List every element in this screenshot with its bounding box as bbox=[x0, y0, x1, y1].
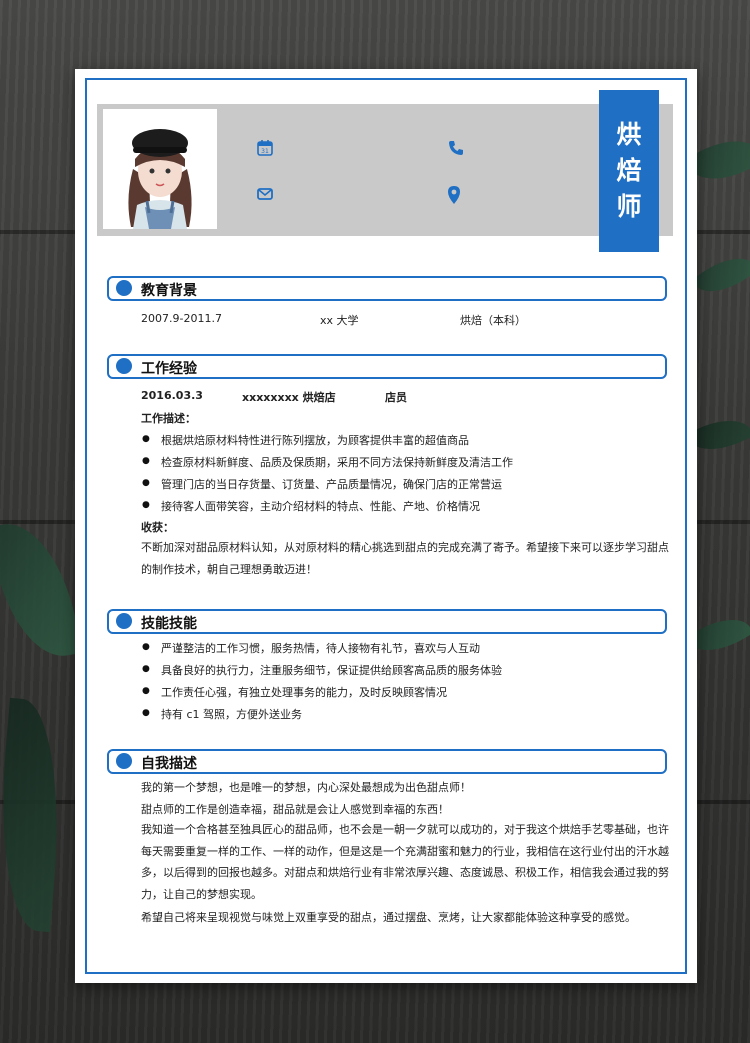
bullet-icon: ● bbox=[142, 456, 150, 466]
section-header-self: 自我描述 bbox=[107, 749, 667, 774]
work-item: 根据烘焙原材料特性进行陈列摆放，为顾客提供丰富的超值商品 bbox=[161, 434, 469, 447]
skill-item: 具备良好的执行力，注重服务细节，保证提供给顾客高品质的服务体验 bbox=[161, 664, 502, 677]
email-icon bbox=[256, 185, 276, 205]
self-paragraph: 我知道一个合格甚至独具匠心的甜品师，也不会是一朝一夕就可以成功的，对于我这个烘焙… bbox=[141, 823, 669, 901]
phone-icon bbox=[447, 139, 467, 159]
section-dot-icon bbox=[116, 358, 132, 374]
section-title: 工作经验 bbox=[141, 361, 197, 377]
self-line-1: 我的第一个梦想，也是唯一的梦想，内心深处最想成为出色甜点师！ bbox=[141, 781, 471, 794]
section-title: 自我描述 bbox=[141, 756, 197, 772]
resume-page: 31 烘 焙 师 教育背景 2007.9-2011.7 xx 大学 烘焙（本科）… bbox=[75, 69, 697, 983]
education-major: 烘焙（本科） bbox=[460, 314, 526, 327]
leaf-decoration bbox=[0, 697, 70, 933]
bullet-icon: ● bbox=[142, 478, 150, 488]
job-title-char: 师 bbox=[616, 192, 642, 221]
leaf-decoration bbox=[0, 514, 82, 666]
work-date: 2016.03.3 bbox=[141, 389, 203, 402]
calendar-icon: 31 bbox=[256, 139, 276, 159]
work-position: 店员 bbox=[385, 391, 407, 404]
skill-item: 持有 c1 驾照，方便外送业务 bbox=[161, 708, 303, 721]
bullet-icon: ● bbox=[142, 708, 150, 718]
education-period: 2007.9-2011.7 bbox=[141, 312, 222, 325]
job-title-char: 烘 bbox=[616, 120, 642, 149]
self-line-2: 甜点师的工作是创造幸福，甜品就是会让人感觉到幸福的东西！ bbox=[141, 803, 449, 816]
work-item: 接待客人面带笑容，主动介绍材料的特点、性能、产地、价格情况 bbox=[161, 500, 480, 513]
leaf-decoration bbox=[691, 245, 750, 305]
section-title: 技能技能 bbox=[141, 616, 197, 632]
work-gain-text: 不断加深对甜品原材料认知，从对原材料的精心挑选到甜点的完成充满了寄予。希望接下来… bbox=[141, 541, 669, 576]
avatar-photo bbox=[103, 109, 217, 229]
work-item: 管理门店的当日存货量、订货量、产品质量情况，确保门店的正常营运 bbox=[161, 478, 502, 491]
section-title: 教育背景 bbox=[141, 283, 197, 299]
section-header-education: 教育背景 bbox=[107, 276, 667, 301]
work-company: xxxxxxxx 烘焙店 bbox=[242, 391, 336, 404]
education-school: xx 大学 bbox=[320, 314, 359, 327]
section-dot-icon bbox=[116, 753, 132, 769]
job-title-char: 焙 bbox=[616, 156, 642, 185]
bullet-icon: ● bbox=[142, 434, 150, 444]
section-header-skills: 技能技能 bbox=[107, 609, 667, 634]
bullet-icon: ● bbox=[142, 686, 150, 696]
work-description-label: 工作描述： bbox=[141, 412, 196, 425]
work-item: 检查原材料新鲜度、品质及保质期，采用不同方法保持新鲜度及清洁工作 bbox=[161, 456, 513, 469]
svg-text:31: 31 bbox=[261, 148, 269, 155]
work-gain-label: 收获： bbox=[141, 521, 174, 534]
self-last-line: 希望自己将来呈现视觉与味觉上双重享受的甜点，通过摆盘、烹烤，让大家都能体验这种享… bbox=[141, 911, 636, 924]
job-title-box: 烘 焙 师 bbox=[599, 90, 659, 252]
bullet-icon: ● bbox=[142, 642, 150, 652]
bullet-icon: ● bbox=[142, 664, 150, 674]
skill-item: 严谨整洁的工作习惯，服务热情，待人接物有礼节，喜欢与人互动 bbox=[161, 642, 480, 655]
bullet-icon: ● bbox=[142, 500, 150, 510]
skill-item: 工作责任心强，有独立处理事务的能力，及时反映顾客情况 bbox=[161, 686, 447, 699]
section-header-work: 工作经验 bbox=[107, 354, 667, 379]
location-icon bbox=[445, 185, 465, 205]
section-dot-icon bbox=[116, 613, 132, 629]
section-dot-icon bbox=[116, 280, 132, 296]
